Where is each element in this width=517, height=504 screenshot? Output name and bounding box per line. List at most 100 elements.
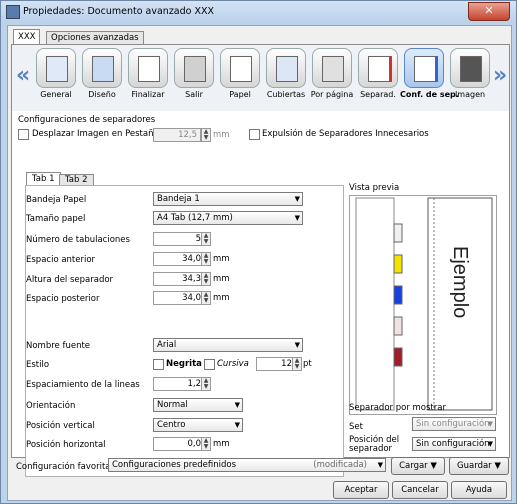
chevron-down-icon: ▼: [487, 440, 493, 448]
separator-height-field[interactable]: 34,3: [153, 272, 205, 286]
back-space-label: Espacio posterior: [26, 294, 100, 304]
front-space-unit: mm: [213, 254, 230, 264]
orientation-select[interactable]: Normal ▼: [153, 398, 243, 412]
help-button[interactable]: Ayuda: [451, 481, 507, 499]
image-icon: [460, 56, 482, 82]
close-button[interactable]: ✕: [468, 2, 510, 21]
back-space-unit: mm: [213, 293, 230, 303]
preview-tab-0: [393, 223, 403, 243]
printer-icon: [6, 5, 20, 19]
chevron-down-icon: ▼: [294, 214, 300, 222]
preview-illustration: Ejemplo: [355, 197, 493, 411]
italic-label: Cursiva: [217, 359, 249, 369]
font-size-unit: pt: [303, 359, 312, 369]
preview-pane: Ejemplo: [349, 195, 497, 415]
toolbar-general[interactable]: General: [32, 48, 80, 99]
tray-select[interactable]: Bandeja 1 ▼: [153, 192, 303, 206]
horizontal-position-spinner[interactable]: ▲ ▼: [201, 437, 211, 451]
toolbar-separators[interactable]: Separad.: [354, 48, 402, 99]
front-space-spinner[interactable]: ▲ ▼: [201, 252, 211, 266]
font-size-field[interactable]: 12: [256, 357, 296, 371]
preview-tab-4: [393, 347, 403, 367]
separator-config-icon: [414, 56, 438, 82]
preview-tab-2: [393, 285, 403, 305]
properties-window: Propiedades: Documento avanzado XXX ✕ XX…: [0, 0, 517, 504]
separator-config-heading: Configuraciones de separadores: [18, 115, 156, 125]
separator-position-label: Posición del separador: [349, 435, 400, 454]
tab-1[interactable]: Tab 1: [26, 172, 61, 185]
tab-page: « » General Diseño Finalizar Salir Papel…: [11, 44, 510, 477]
general-icon: [46, 56, 68, 82]
preview-tab-3: [393, 316, 403, 336]
horizontal-position-field[interactable]: 0,0: [153, 437, 205, 451]
line-spacing-spinner[interactable]: ▲ ▼: [201, 377, 211, 391]
font-name-label: Nombre fuente: [26, 341, 91, 351]
cancel-button[interactable]: Cancelar: [392, 481, 448, 499]
chevron-down-icon: ▼: [487, 420, 493, 428]
italic-checkbox[interactable]: [204, 359, 215, 370]
tab-count-spinner[interactable]: ▲ ▼: [201, 232, 211, 246]
set-label: Set: [349, 422, 363, 432]
toolbar-per-page[interactable]: Por página: [308, 48, 356, 99]
front-space-field[interactable]: 34,0: [153, 252, 205, 266]
toolbar-covers[interactable]: Cubiertas: [262, 48, 310, 99]
scroll-left-icon[interactable]: «: [16, 63, 30, 88]
eject-unneeded-checkbox[interactable]: [249, 129, 260, 140]
save-button[interactable]: Guardar ▼: [449, 457, 509, 475]
ok-button[interactable]: Aceptar: [333, 481, 389, 499]
vertical-position-label: Posición vertical: [26, 421, 95, 431]
vertical-position-select[interactable]: Centro ▼: [153, 418, 243, 432]
save-label: Guardar: [457, 461, 492, 471]
toolbar-image[interactable]: Imagen: [446, 48, 494, 99]
favorite-select[interactable]: Configuraciones predefinidos (modificada…: [108, 458, 386, 472]
paper-size-select[interactable]: A4 Tab (12,7 mm) ▼: [153, 211, 303, 225]
horizontal-position-unit: mm: [213, 439, 230, 449]
toolbar-paper[interactable]: Papel: [216, 48, 264, 99]
horizontal-position-label: Posición horizontal: [26, 440, 106, 450]
separator-position-value: Sin configuración: [416, 439, 490, 449]
bold-checkbox[interactable]: [153, 359, 164, 370]
font-size-spinner[interactable]: ▲ ▼: [292, 357, 302, 371]
paper-icon: [230, 56, 252, 82]
shift-spinner[interactable]: ▲ ▼: [201, 128, 211, 142]
toolbar-separator-config[interactable]: Conf. de sep.: [400, 48, 459, 99]
bold-label: Negrita: [166, 359, 202, 369]
title-bar: Propiedades: Documento avanzado XXX ✕: [1, 1, 516, 23]
tab-advanced-options[interactable]: Opciones avanzadas: [46, 31, 144, 44]
load-button[interactable]: Cargar ▼: [391, 457, 445, 475]
chevron-down-icon: ▼: [377, 461, 383, 469]
favorite-label: Configuración favorita: [16, 462, 111, 472]
line-spacing-field[interactable]: 1,2: [153, 377, 205, 391]
back-space-spinner[interactable]: ▲ ▼: [201, 291, 211, 305]
back-space-field[interactable]: 34,0: [153, 291, 205, 305]
scroll-right-icon[interactable]: »: [493, 63, 507, 88]
separator-position-select[interactable]: Sin configuración ▼: [412, 437, 496, 451]
tab-count-label: Número de tabulaciones: [26, 235, 130, 245]
toolbar-layout[interactable]: Diseño: [78, 48, 126, 99]
font-name-select[interactable]: Arial ▼: [153, 338, 303, 352]
toolbar-output[interactable]: Salir: [170, 48, 218, 99]
tab-2[interactable]: Tab 2: [59, 174, 94, 185]
tab-count-field[interactable]: 5: [153, 232, 205, 246]
covers-icon: [276, 56, 298, 82]
tab-xxx[interactable]: XXX: [13, 29, 41, 44]
toolbar-finishing[interactable]: Finalizar: [124, 48, 172, 99]
load-label: Cargar: [399, 461, 428, 471]
set-select[interactable]: Sin configuración ▼: [412, 417, 496, 431]
separator-height-spinner[interactable]: ▲ ▼: [201, 272, 211, 286]
line-spacing-label: Espaciamiento de la lineas: [26, 380, 140, 390]
window-title: Propiedades: Documento avanzado XXX: [23, 6, 215, 17]
separators-icon: [368, 56, 392, 82]
paper-size-label: Tamaño papel: [26, 214, 86, 224]
font-name-value: Arial: [157, 340, 177, 350]
chevron-down-icon: ▼: [234, 401, 240, 409]
set-value: Sin configuración: [416, 419, 490, 429]
favorite-value: Configuraciones predefinidos: [112, 460, 237, 470]
chevron-down-icon: ▼: [294, 195, 300, 203]
paper-size-value: A4 Tab (12,7 mm): [157, 213, 233, 223]
preview-separator-side: [355, 197, 395, 411]
per-page-icon: [322, 56, 344, 82]
shift-image-checkbox[interactable]: [18, 129, 29, 140]
separator-height-label: Altura del separador: [26, 275, 114, 285]
shift-value-field[interactable]: 12,5: [153, 128, 201, 142]
